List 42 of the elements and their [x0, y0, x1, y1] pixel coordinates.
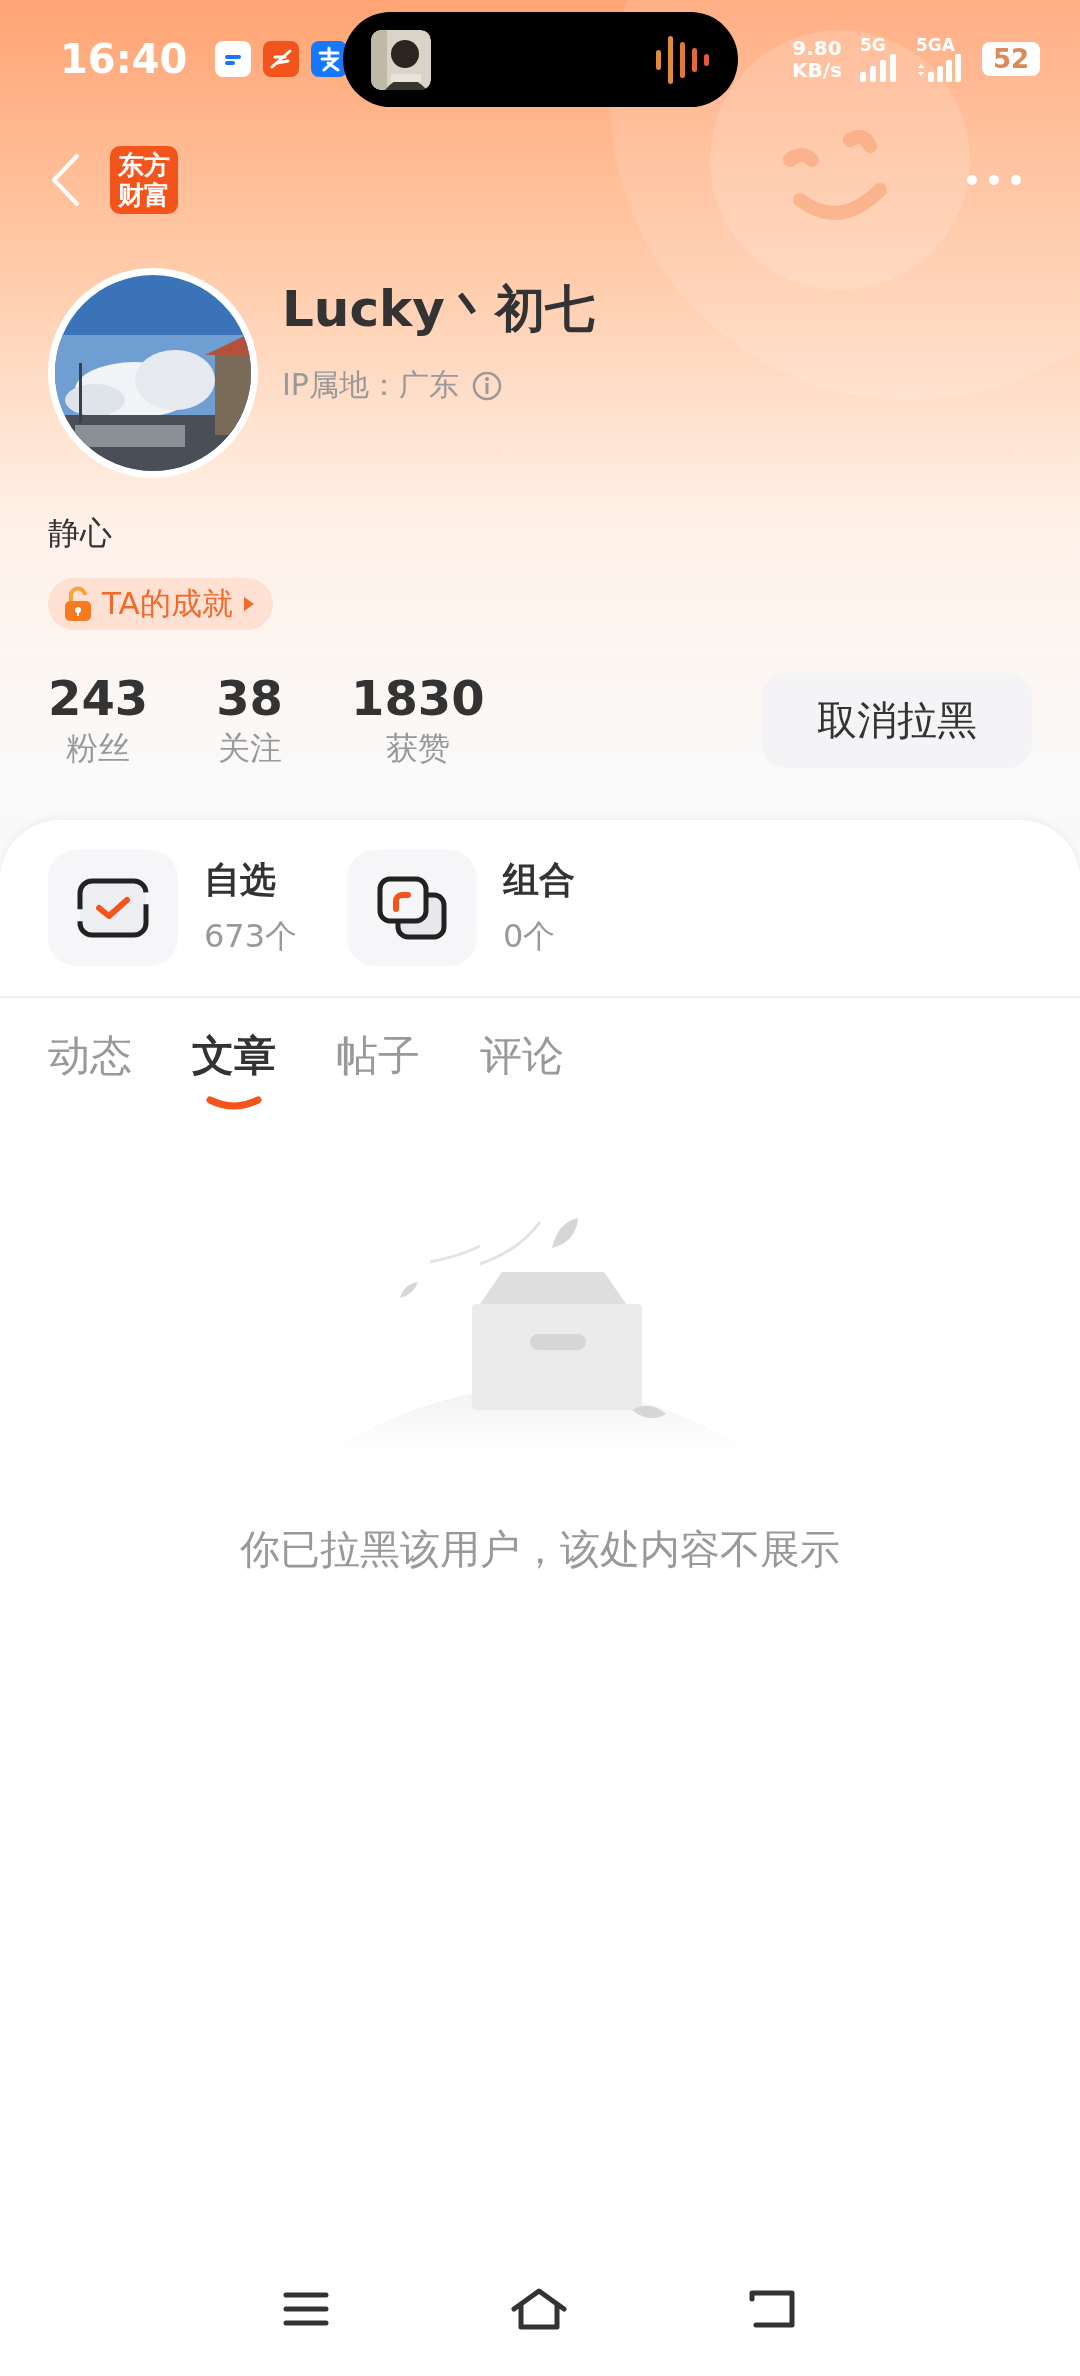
stat-value: 38	[216, 670, 283, 726]
shortcut-count: 673个	[204, 916, 298, 957]
battery-indicator: 52	[982, 42, 1040, 76]
network-speed-unit: KB/s	[792, 60, 842, 80]
signal-icon	[860, 53, 898, 82]
empty-message: 你已拉黑该用户，该处内容不展示	[240, 1525, 840, 1574]
network-type: 5GA	[916, 36, 955, 54]
tab-underline	[206, 1096, 262, 1112]
shortcut-title: 自选	[204, 858, 277, 902]
shortcut-tile[interactable]	[347, 850, 478, 966]
app-logo: 东方 财富	[110, 146, 178, 214]
signal-icon	[916, 53, 964, 82]
play-arrow-icon	[242, 596, 255, 612]
tab[interactable]: 评论	[480, 1028, 564, 1112]
stat-label: 获赞	[385, 728, 450, 769]
shortcut-tile[interactable]	[48, 850, 178, 966]
shortcut-count: 0个	[503, 916, 557, 957]
network-type: 5G	[860, 36, 886, 54]
stat-value: 1830	[351, 670, 485, 726]
user-bio: 静心	[48, 513, 112, 554]
status-time: 16:40	[60, 36, 188, 82]
stat-label: 关注	[217, 728, 282, 769]
achievement-button[interactable]: TA的成就	[48, 578, 273, 630]
feather-app-icon	[263, 41, 300, 77]
checkbox-icon	[77, 878, 149, 938]
unblock-button[interactable]: 取消拉黑	[762, 672, 1032, 768]
tab[interactable]: 动态	[48, 1028, 132, 1112]
tab[interactable]: 文章	[192, 1028, 276, 1112]
audio-wave-icon	[654, 33, 710, 86]
lock-icon	[64, 586, 92, 622]
network-speed: 9.80	[792, 38, 842, 58]
user-name: Lucky丶初七	[282, 279, 595, 340]
message-app-icon	[215, 41, 252, 77]
overlapping-squares-icon	[376, 875, 449, 941]
ip-location: IP属地：广东	[282, 366, 459, 404]
back-gesture-icon[interactable]	[748, 2289, 798, 2329]
stat-label: 粉丝	[66, 728, 131, 769]
stat-value: 243	[48, 670, 149, 726]
shortcut-title: 组合	[503, 858, 576, 902]
home-icon[interactable]	[510, 2287, 568, 2331]
tab[interactable]: 帖子	[336, 1028, 420, 1112]
payment-app-icon	[311, 41, 348, 77]
